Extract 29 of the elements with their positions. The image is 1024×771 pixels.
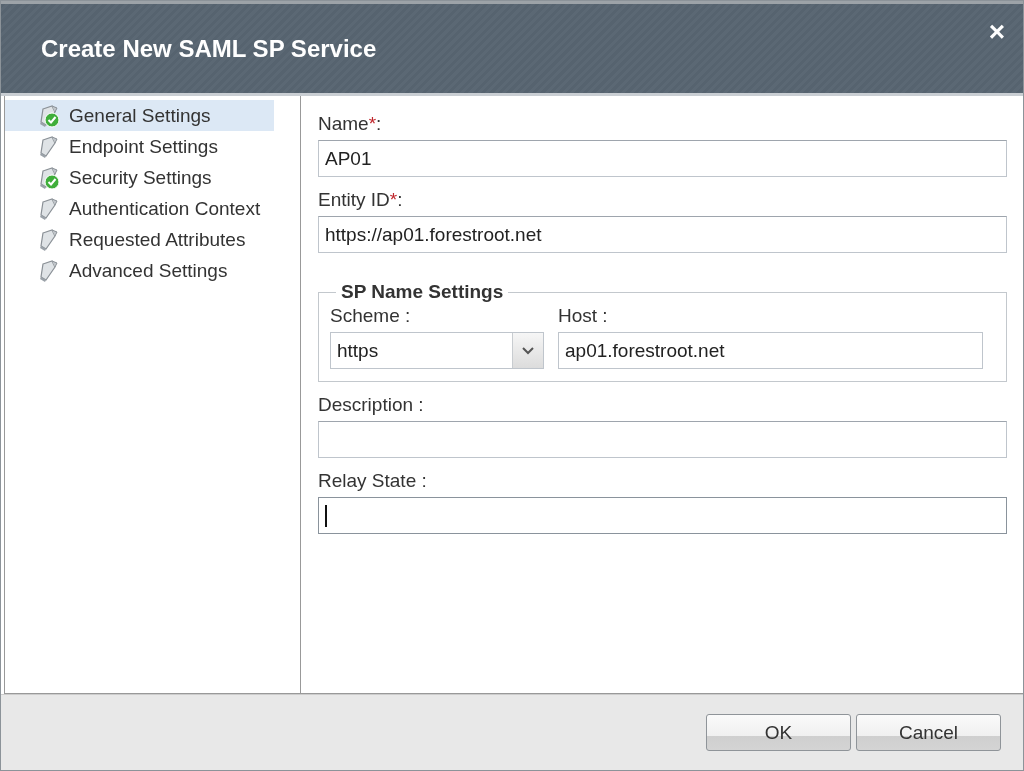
sidebar-item[interactable]: Security Settings (5, 162, 274, 193)
input-field[interactable]: AP01 (318, 140, 1007, 177)
sidebar-item[interactable]: Endpoint Settings (5, 131, 274, 162)
chevron-down-icon (522, 346, 534, 355)
dialog-button[interactable]: OK (706, 714, 851, 751)
field-label: Entity ID (318, 189, 390, 211)
sidebar-item[interactable]: Advanced Settings (5, 255, 274, 286)
field-label: Description : (318, 394, 424, 416)
required-asterisk: * (389, 189, 398, 211)
input-field[interactable] (318, 497, 1007, 534)
input-field[interactable]: ap01.forestroot.net (558, 332, 983, 369)
dialog-button[interactable]: Cancel (856, 714, 1001, 751)
field-label: Scheme : (330, 305, 412, 327)
group-title: SP Name Settings (340, 281, 505, 303)
input-field[interactable]: https://ap01.forestroot.net (318, 216, 1007, 253)
close-button[interactable]: × (988, 18, 1005, 46)
field-label: Host : (558, 305, 609, 327)
input-field[interactable] (318, 421, 1007, 458)
sidebar-item[interactable]: Authentication Context (5, 193, 274, 224)
dialog-title: Create New SAML SP Service (41, 34, 377, 63)
text-cursor (325, 504, 327, 527)
field-label: Name (318, 113, 369, 135)
sidebar-item[interactable]: General Settings (5, 100, 274, 131)
sidebar-item[interactable]: Requested Attributes (5, 224, 274, 255)
field-label: Relay State : (318, 470, 427, 492)
required-asterisk: * (368, 113, 377, 135)
scheme-dropdown[interactable]: https (330, 332, 544, 369)
label-colon: : (376, 113, 382, 135)
label-colon: : (397, 189, 403, 211)
